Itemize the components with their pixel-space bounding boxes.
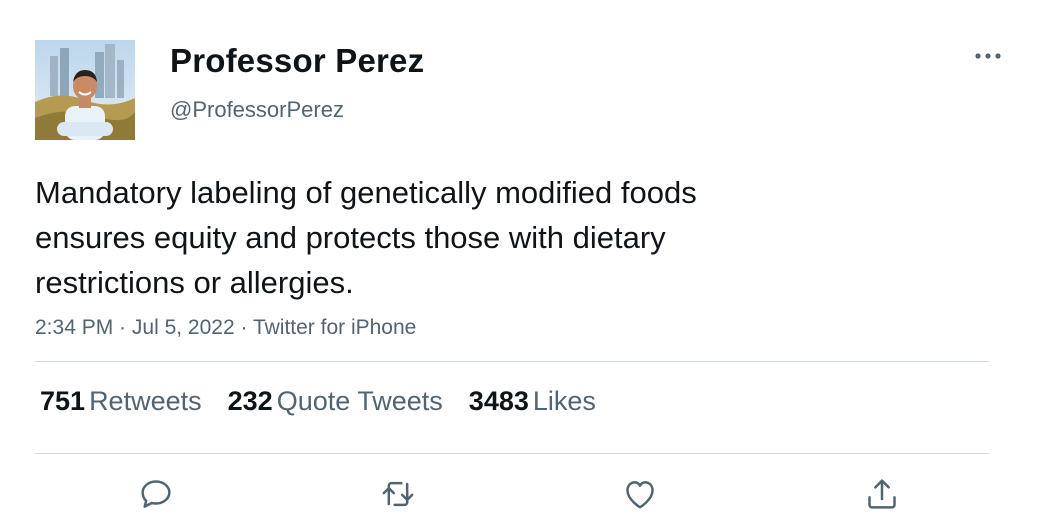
quote-tweets-count: 232 — [227, 386, 273, 416]
likes-count: 3483 — [468, 386, 529, 416]
tweet-text: Mandatory labeling of genetically modifi… — [35, 175, 697, 300]
retweet-icon — [382, 481, 414, 507]
retweet-button[interactable] — [378, 474, 418, 514]
share-button[interactable] — [862, 474, 902, 514]
more-options-button[interactable] — [966, 42, 1010, 70]
share-icon — [868, 479, 896, 509]
retweets-count: 751 — [40, 386, 86, 416]
tweet-stats: 751 Retweets 232 Quote Tweets 3483 Likes — [40, 386, 622, 417]
tweet-card: Professor Perez @ProfessorPerez Mandator… — [0, 0, 1050, 525]
quote-tweets-stat[interactable]: 232 Quote Tweets — [228, 386, 443, 417]
like-button[interactable] — [620, 474, 660, 514]
meta-separator: · — [234, 316, 253, 339]
meta-separator: · — [113, 316, 132, 339]
likes-stat[interactable]: 3483 Likes — [469, 386, 596, 417]
quote-tweets-label: Quote Tweets — [276, 386, 443, 416]
tweet-source[interactable]: Twitter for iPhone — [253, 316, 416, 339]
reply-button[interactable] — [136, 474, 176, 514]
likes-label: Likes — [532, 386, 596, 416]
author-display-name[interactable]: Professor Perez — [170, 42, 424, 80]
divider — [35, 453, 989, 454]
divider — [35, 361, 989, 362]
retweets-stat[interactable]: 751 Retweets — [40, 386, 202, 417]
tweet-time[interactable]: 2:34 PM — [35, 316, 113, 339]
tweet-meta: 2:34 PM · Jul 5, 2022 · Twitter for iPho… — [35, 316, 416, 340]
heart-icon — [626, 481, 654, 509]
tweet-actions-bar — [0, 474, 1050, 514]
avatar-photo-icon — [35, 40, 135, 140]
more-dots-icon — [975, 53, 1001, 59]
avatar[interactable] — [35, 40, 135, 140]
author-handle[interactable]: @ProfessorPerez — [170, 97, 344, 123]
retweets-label: Retweets — [89, 386, 202, 416]
reply-icon — [141, 480, 171, 508]
tweet-date[interactable]: Jul 5, 2022 — [132, 316, 235, 339]
